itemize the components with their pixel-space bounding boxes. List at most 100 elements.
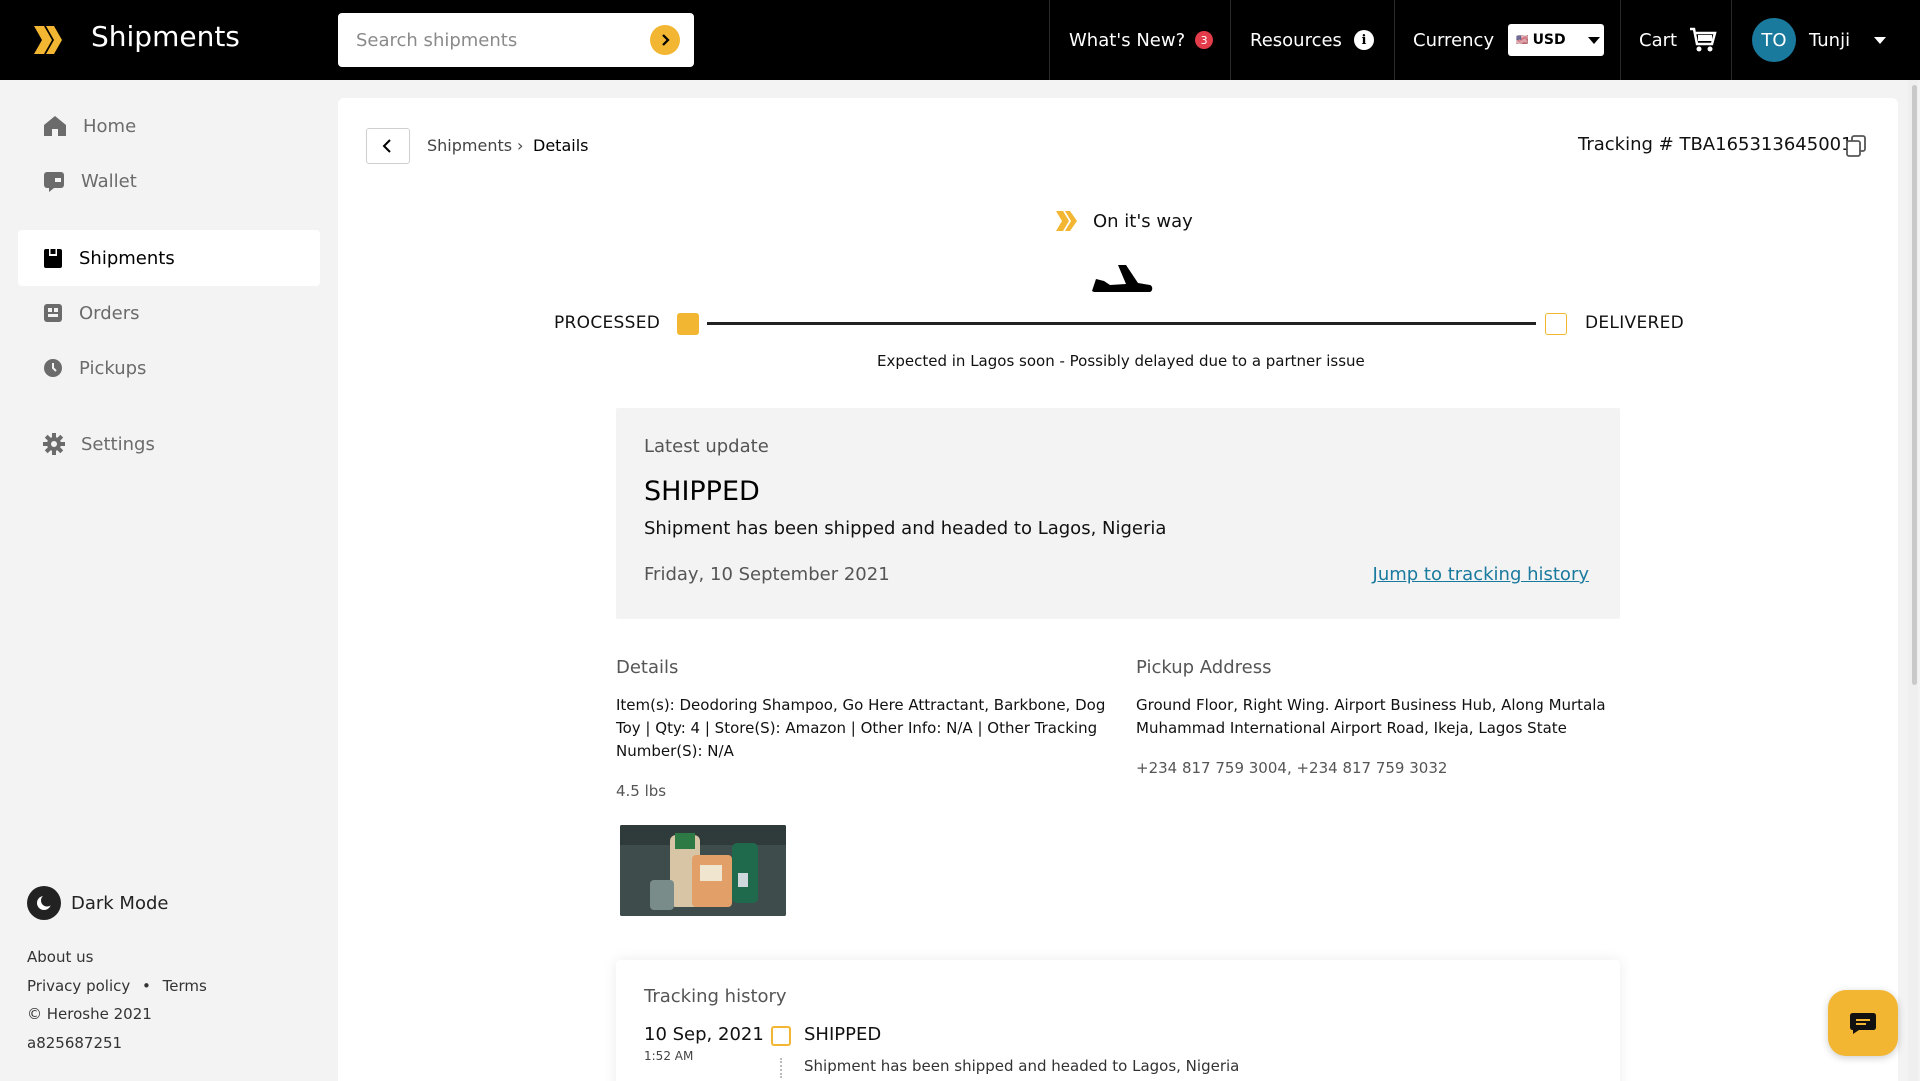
top-bar: Shipments What's New? 3 Resources i Curr… bbox=[0, 0, 1920, 80]
sidebar-item-wallet[interactable]: Wallet bbox=[18, 153, 320, 209]
details-items: Item(s): Deodoring Shampoo, Go Here Attr… bbox=[616, 696, 1106, 760]
breadcrumb-separator: › bbox=[517, 136, 524, 155]
breadcrumb-current: Details bbox=[533, 136, 589, 155]
progress-end-label: DELIVERED bbox=[1585, 313, 1685, 333]
chat-icon bbox=[1850, 1013, 1876, 1034]
gear-icon bbox=[43, 433, 65, 455]
divider bbox=[1731, 0, 1732, 80]
tracking-history-title: Tracking history bbox=[644, 986, 787, 1007]
history-timeline-line bbox=[780, 1058, 782, 1078]
currency-value: USD bbox=[1532, 32, 1566, 48]
notification-badge: 3 bbox=[1195, 31, 1214, 49]
breadcrumb-shipments[interactable]: Shipments bbox=[427, 136, 512, 155]
privacy-link[interactable]: Privacy policy bbox=[27, 977, 130, 995]
search-submit-button[interactable] bbox=[650, 25, 680, 55]
shipments-icon bbox=[44, 249, 62, 268]
history-entry-marker bbox=[771, 1026, 791, 1046]
progress-start-marker bbox=[677, 313, 699, 335]
progress-start-label: PROCESSED bbox=[554, 313, 661, 333]
currency-label: Currency bbox=[1413, 29, 1495, 51]
status-chevrons-icon bbox=[1056, 211, 1077, 231]
tracking-history-card: Tracking history 10 Sep, 2021 1:52 AM SH… bbox=[616, 960, 1620, 1081]
latest-update-status: SHIPPED bbox=[644, 476, 760, 507]
pickup-title: Pickup Address bbox=[1136, 657, 1272, 678]
back-button[interactable] bbox=[366, 128, 410, 164]
user-name: Tunji bbox=[1809, 29, 1851, 51]
latest-update-card: Latest update SHIPPED Shipment has been … bbox=[616, 408, 1620, 619]
progress-end-marker bbox=[1545, 313, 1567, 335]
latest-update-date: Friday, 10 September 2021 bbox=[644, 564, 890, 585]
build-id: a825687251 bbox=[27, 1034, 123, 1052]
scrollbar-thumb[interactable] bbox=[1912, 85, 1917, 685]
airplane-icon bbox=[1092, 265, 1153, 292]
divider bbox=[1230, 0, 1231, 80]
latest-update-label: Latest update bbox=[644, 436, 769, 457]
currency-group: Currency 🇺🇸 USD bbox=[1413, 0, 1605, 80]
history-entry-time: 1:52 AM bbox=[644, 1049, 694, 1063]
dark-mode-toggle[interactable]: Dark Mode bbox=[27, 886, 168, 920]
progress-line bbox=[707, 322, 1536, 325]
wallet-icon bbox=[44, 172, 64, 192]
info-icon: i bbox=[1353, 30, 1374, 50]
sidebar: Home Wallet Shipments Orders Pickups Set… bbox=[0, 80, 338, 1081]
whats-new-link[interactable]: What's New? 3 bbox=[1069, 0, 1214, 80]
search-box bbox=[338, 13, 694, 67]
avatar: TO bbox=[1752, 18, 1796, 62]
terms-link[interactable]: Terms bbox=[163, 977, 207, 995]
latest-update-message: Shipment has been shipped and headed to … bbox=[644, 518, 1167, 539]
currency-select[interactable]: 🇺🇸 USD bbox=[1508, 24, 1605, 56]
sidebar-item-settings[interactable]: Settings bbox=[18, 416, 320, 472]
copyright: © Heroshe 2021 bbox=[27, 1005, 152, 1023]
sidebar-item-label: Pickups bbox=[79, 357, 147, 379]
orders-icon bbox=[44, 304, 62, 322]
history-entry-message: Shipment has been shipped and headed to … bbox=[804, 1057, 1240, 1075]
tracking-number: Tracking # TBA165313645001 bbox=[1578, 134, 1853, 155]
chat-button[interactable] bbox=[1828, 990, 1898, 1056]
moon-icon bbox=[27, 886, 61, 920]
cart-label: Cart bbox=[1639, 29, 1678, 51]
about-link[interactable]: About us bbox=[27, 948, 93, 966]
copy-icon[interactable] bbox=[1846, 135, 1866, 157]
sidebar-item-label: Settings bbox=[81, 433, 155, 455]
sidebar-item-orders[interactable]: Orders bbox=[18, 285, 320, 341]
status-headline-text: On it's way bbox=[1093, 210, 1193, 232]
app-title: Shipments bbox=[91, 20, 240, 53]
sidebar-item-label: Shipments bbox=[79, 247, 175, 269]
footer-legal: Privacy policy • Terms bbox=[27, 977, 207, 995]
us-flag-icon: 🇺🇸 bbox=[1516, 34, 1529, 46]
dark-mode-label: Dark Mode bbox=[71, 892, 169, 914]
package-photo-image bbox=[620, 825, 786, 916]
user-menu[interactable]: TO Tunji bbox=[1752, 0, 1887, 80]
caret-down-icon bbox=[1587, 36, 1600, 44]
pickup-address: Ground Floor, Right Wing. Airport Busine… bbox=[1136, 696, 1606, 737]
cart-link[interactable]: Cart bbox=[1639, 0, 1717, 80]
search-input[interactable] bbox=[356, 13, 646, 67]
sidebar-item-label: Wallet bbox=[81, 170, 137, 192]
resources-link[interactable]: Resources i bbox=[1250, 0, 1374, 80]
history-entry-date: 10 Sep, 2021 bbox=[644, 1024, 764, 1045]
clock-icon bbox=[44, 359, 62, 377]
sidebar-item-label: Orders bbox=[79, 302, 140, 324]
sidebar-item-shipments[interactable]: Shipments bbox=[18, 230, 320, 286]
details-title: Details bbox=[616, 657, 679, 678]
home-icon bbox=[44, 116, 66, 136]
expected-delivery-note: Expected in Lagos soon - Possibly delaye… bbox=[877, 352, 1365, 370]
logo-icon[interactable] bbox=[32, 24, 66, 56]
status-headline: On it's way bbox=[1055, 210, 1193, 232]
package-photo[interactable] bbox=[620, 825, 786, 916]
sidebar-item-label: Home bbox=[83, 115, 137, 137]
whats-new-label: What's New? bbox=[1069, 29, 1186, 51]
jump-to-history-link[interactable]: Jump to tracking history bbox=[1373, 564, 1589, 585]
details-weight: 4.5 lbs bbox=[616, 782, 667, 800]
pickup-phones: +234 817 759 3004, +234 817 759 3032 bbox=[1136, 759, 1448, 777]
chevron-right-icon bbox=[662, 34, 670, 46]
chevron-left-icon bbox=[382, 139, 391, 153]
caret-down-icon bbox=[1874, 36, 1887, 44]
divider bbox=[1394, 0, 1395, 80]
sidebar-item-pickups[interactable]: Pickups bbox=[18, 340, 320, 396]
resources-label: Resources bbox=[1250, 29, 1342, 51]
sidebar-item-home[interactable]: Home bbox=[18, 98, 320, 154]
history-entry-status: SHIPPED bbox=[804, 1024, 882, 1045]
footer-separator: • bbox=[142, 977, 151, 995]
divider bbox=[1620, 0, 1621, 80]
